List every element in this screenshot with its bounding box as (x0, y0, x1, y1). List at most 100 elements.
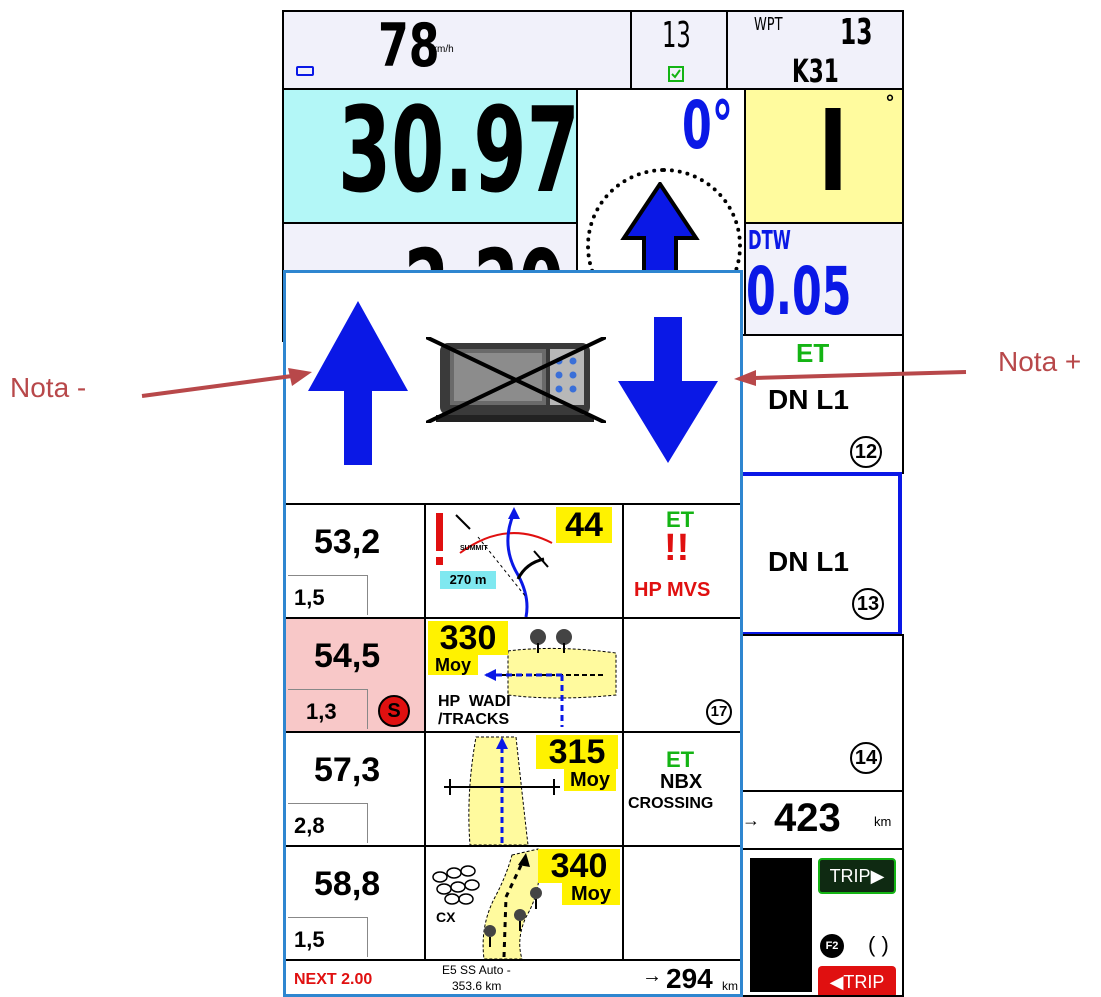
row-cap: 330 (428, 621, 508, 655)
row-number-17: 17 (706, 699, 732, 725)
note-minus-button[interactable] (308, 301, 408, 465)
wpt-number: 13 (840, 12, 873, 53)
row-moy: Moy (428, 655, 478, 675)
distance-main-panel: 30.97 (282, 88, 578, 224)
note-plus-button[interactable] (618, 317, 718, 463)
battery-icon (296, 66, 314, 76)
roadbook-row[interactable]: 53,2 1,5 SUMMIT 44 270 m ET !! HP MVS (286, 505, 740, 619)
wpt-count: 13 (662, 15, 691, 56)
total-distance-unit: km (874, 814, 892, 829)
cap-degree: ° (886, 92, 894, 114)
row-hp: HP WADI (438, 693, 511, 710)
row-crossing: CROSSING (628, 795, 714, 812)
row-note-cell (624, 847, 740, 959)
paren-indicator: ( ) (868, 932, 889, 957)
distance-main-value: 30.97 (338, 88, 578, 219)
dtw-value: 0.05 (746, 253, 852, 330)
total-distance-value: 423 (774, 796, 841, 840)
trip-back-button[interactable]: ◀TRIP (818, 966, 896, 995)
speed-unit: km/h (432, 44, 454, 55)
et-number-14: 14 (850, 742, 882, 774)
row-note-cell: ET !! HP MVS (624, 505, 740, 617)
row-nbx: NBX (660, 771, 703, 793)
row-cap: 340 (538, 849, 620, 883)
row-tulip-cell: 315 Moy (426, 733, 624, 845)
annotation-arrow-left (141, 368, 312, 398)
rewind-icon: ◀ (829, 972, 844, 992)
heading-value: 0° (682, 88, 734, 164)
total-distance-panel: → 423 km (738, 790, 904, 850)
trip-panel: TRIP▶ F2 ( ) ◀TRIP (738, 848, 904, 997)
row-partial: 2,8 (294, 813, 325, 838)
trip-forward-button[interactable]: TRIP▶ (818, 858, 896, 894)
et-value: DN L1 (768, 384, 849, 415)
cap-value: I (818, 88, 848, 217)
remaining-arrow-icon: → (642, 965, 662, 987)
row-km-cell: 57,3 2,8 (286, 733, 426, 845)
right-arrow-icon: → (742, 810, 760, 830)
roadbook-row[interactable]: 58,8 1,5 340 Moy CX (286, 847, 740, 961)
next-label: NEXT 2.00 (294, 971, 373, 988)
row-moy: Moy (564, 769, 616, 791)
speed-value: 78 (378, 11, 440, 81)
row-km-cell: 53,2 1,5 (286, 505, 426, 617)
waypoint-count-panel: 13 (630, 10, 728, 90)
row-km: 54,5 (314, 637, 381, 675)
trip-back-label: TRIP (843, 972, 885, 992)
roadbook-footer: NEXT 2.00 E5 SS Auto - 353.6 km → 294 km (286, 961, 740, 997)
roadbook-row[interactable]: 54,5 1,3 S 330 Moy HP WADI /TRACKS 17 (286, 619, 740, 733)
et-card-14[interactable]: 14 (738, 634, 904, 792)
row-km: 57,3 (314, 751, 381, 789)
wpt-name: K31 (792, 52, 839, 90)
wpt-label: WPT (754, 14, 783, 35)
et-number-13: 13 (852, 588, 884, 620)
row-note-cell: ET NBX CROSSING (624, 733, 740, 845)
row-km-cell: 54,5 1,3 S (286, 619, 426, 731)
row-km-cell: 58,8 1,5 (286, 847, 426, 959)
annotation-note-plus: Nota + (998, 346, 1082, 377)
cap-panel: I ° (744, 88, 904, 224)
device-disabled-icon[interactable] (426, 337, 606, 423)
annotation-note-minus: Nota - (10, 372, 87, 403)
note-actions (286, 273, 740, 505)
stage-line2: 353.6 km (452, 979, 502, 993)
speed-panel: 78 km/h (282, 10, 632, 90)
dtw-label: DTW (748, 226, 791, 256)
row-tulip-cell: SUMMIT 44 270 m (426, 505, 624, 617)
note-overlay: 53,2 1,5 SUMMIT 44 270 m ET !! HP MVS 54… (283, 270, 743, 997)
row-tulip-cell: 330 Moy HP WADI /TRACKS (426, 619, 624, 731)
row-distance-label: 270 m (440, 571, 496, 589)
row-partial: 1,5 (294, 585, 325, 610)
et-card-13[interactable]: DN L1 13 (738, 472, 902, 636)
row-cap: 315 (536, 735, 618, 769)
remaining-unit: km (722, 979, 738, 993)
row-cx: CX (436, 909, 456, 925)
dtw-panel: DTW 0.05 (744, 222, 904, 336)
speed-limit-badge: S (378, 695, 410, 727)
row-et: ET (666, 747, 695, 772)
et-number-12: 12 (850, 436, 882, 468)
et-value: DN L1 (768, 546, 849, 577)
checkbox-checked-icon[interactable] (668, 66, 684, 82)
waypoint-panel: WPT 13 K31 (726, 10, 904, 90)
row-note-cell: 17 (624, 619, 740, 731)
remaining-value: 294 (666, 963, 713, 994)
row-cap: 44 (556, 507, 612, 543)
row-alert: !! (664, 527, 690, 569)
row-km: 58,8 (314, 865, 381, 903)
row-tulip-cell: 340 Moy CX (426, 847, 624, 959)
stage-line1: E5 SS Auto - (442, 963, 511, 977)
row-note: HP MVS (634, 579, 711, 601)
annotation-arrow-right (734, 370, 967, 386)
row-km: 53,2 (314, 523, 381, 561)
row-moy: Moy (562, 883, 620, 905)
play-icon: ▶ (870, 866, 885, 886)
summit-label: SUMMIT (460, 545, 488, 552)
trip-black-block (750, 858, 812, 992)
f2-badge[interactable]: F2 (820, 934, 844, 958)
et-card-12[interactable]: ET DN L1 12 (738, 334, 904, 474)
row-partial: 1,5 (294, 927, 325, 952)
row-partial: 1,3 (306, 699, 337, 724)
trip-forward-label: TRIP (829, 866, 871, 886)
roadbook-row[interactable]: 57,3 2,8 315 Moy ET NBX CROSSING (286, 733, 740, 847)
